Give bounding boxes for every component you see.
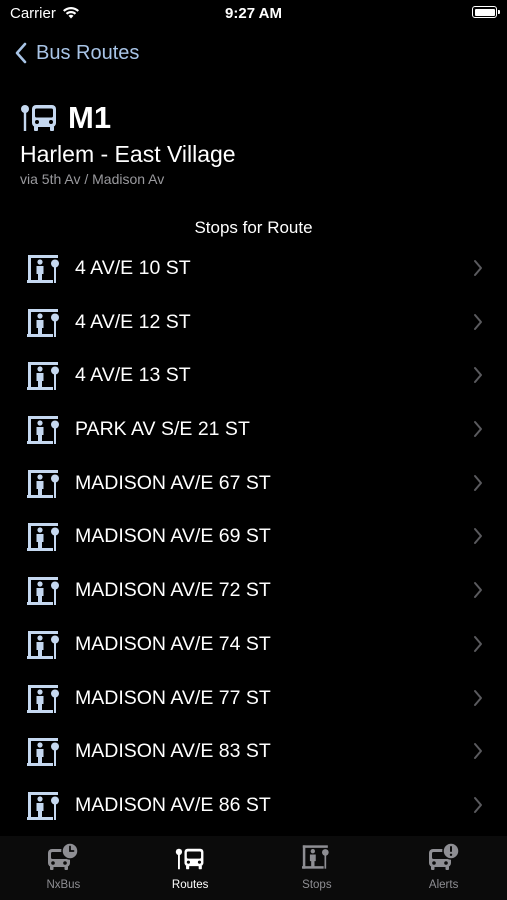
bus-clock-icon — [48, 842, 80, 870]
chevron-right-icon — [474, 367, 482, 384]
chevron-right-icon — [474, 796, 482, 813]
bus-shelter-icon — [27, 684, 59, 713]
stop-name: MADISON AV/E 69 ST — [75, 525, 271, 548]
tab-stops[interactable]: Stops — [254, 836, 381, 900]
stop-name: PARK AV S/E 21 ST — [75, 418, 250, 441]
stop-row[interactable]: 4 AV/E 10 ST — [0, 241, 507, 295]
back-button-label: Bus Routes — [36, 41, 140, 64]
stop-name: 4 AV/E 10 ST — [75, 257, 191, 279]
chevron-right-icon — [474, 528, 482, 545]
stop-row[interactable]: MADISON AV/E 69 ST — [0, 509, 507, 563]
stop-row[interactable]: PARK AV S/E 21 ST — [0, 402, 507, 456]
chevron-right-icon — [474, 582, 482, 599]
tab-bar: NxBus Routes Stops Alerts — [0, 836, 507, 900]
stop-row[interactable]: MADISON AV/E 67 ST — [0, 456, 507, 510]
route-id: M1 — [68, 100, 112, 135]
battery-icon — [472, 6, 500, 18]
bus-shelter-icon — [301, 845, 329, 869]
stop-name: MADISON AV/E 67 ST — [75, 471, 271, 494]
stop-name: MADISON AV/E 74 ST — [75, 632, 271, 655]
tab-alerts[interactable]: Alerts — [380, 836, 507, 900]
bus-shelter-icon — [27, 308, 59, 337]
chevron-left-icon — [15, 42, 27, 64]
chevron-right-icon — [474, 313, 482, 330]
stop-name: MADISON AV/E 83 ST — [75, 740, 271, 763]
route-via: via 5th Av / Madison Av — [20, 171, 165, 187]
bus-stop-icon — [21, 105, 56, 131]
stop-name: MADISON AV/E 77 ST — [75, 686, 271, 709]
bus-shelter-icon — [27, 791, 59, 820]
section-title: Stops for Route — [194, 218, 313, 237]
tab-nxbus[interactable]: NxBus — [0, 836, 127, 900]
bus-shelter-icon — [27, 469, 59, 498]
stop-row[interactable]: MADISON AV/E 74 ST — [0, 617, 507, 671]
bus-shelter-icon — [27, 362, 59, 391]
bus-alert-icon — [428, 842, 460, 870]
chevron-right-icon — [474, 635, 482, 652]
bus-shelter-icon — [27, 630, 59, 659]
stop-name: 4 AV/E 13 ST — [75, 364, 191, 387]
bus-shelter-icon — [27, 416, 59, 445]
tab-label: Routes — [171, 879, 209, 891]
stops-list: 4 AV/E 10 ST 4 AV/E 12 ST 4 AV/E 13 ST P… — [0, 241, 507, 832]
route-name: Harlem - East Village — [20, 141, 236, 167]
stop-row[interactable]: MADISON AV/E 77 ST — [0, 671, 507, 725]
chevron-right-icon — [474, 474, 482, 491]
chevron-right-icon — [474, 743, 482, 760]
stop-name: MADISON AV/E 86 ST — [75, 793, 271, 816]
chevron-right-icon — [474, 421, 482, 438]
tab-label: Stops — [302, 879, 332, 891]
chevron-right-icon — [474, 260, 482, 276]
stop-name: MADISON AV/E 72 ST — [75, 579, 271, 602]
stop-row[interactable]: MADISON AV/E 86 ST — [0, 778, 507, 832]
status-time: 9:27 AM — [225, 5, 282, 22]
stop-row[interactable]: MADISON AV/E 83 ST — [0, 724, 507, 778]
stop-row[interactable]: 4 AV/E 12 ST — [0, 295, 507, 349]
chevron-right-icon — [474, 689, 482, 706]
tab-label: NxBus — [46, 879, 81, 891]
bus-shelter-icon — [27, 577, 59, 606]
tab-routes[interactable]: Routes — [127, 836, 254, 900]
stop-row[interactable]: 4 AV/E 13 ST — [0, 348, 507, 402]
status-bar: Carrier 9:27 AM — [0, 0, 507, 30]
bus-shelter-icon — [27, 255, 59, 283]
route-header: M1 — [20, 100, 111, 136]
stop-row[interactable]: MADISON AV/E 72 ST — [0, 563, 507, 617]
tab-label: Alerts — [428, 879, 459, 891]
bus-shelter-icon — [27, 523, 59, 552]
stop-name: 4 AV/E 12 ST — [75, 310, 191, 333]
bus-shelter-icon — [27, 738, 59, 767]
bus-stop-icon — [175, 848, 204, 870]
back-button[interactable]: Bus Routes — [14, 38, 139, 68]
